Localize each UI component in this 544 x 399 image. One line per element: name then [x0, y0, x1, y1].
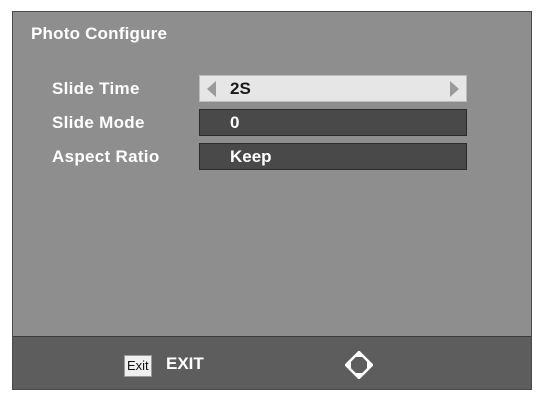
slide-mode-value: 0 [230, 113, 240, 132]
navigation-diamond-icon [345, 351, 373, 379]
aspect-ratio-field[interactable]: Keep [199, 143, 467, 170]
slide-time-value: 2S [230, 79, 251, 98]
arrow-left-icon[interactable] [207, 81, 216, 97]
exit-label: EXIT [166, 354, 204, 373]
slide-mode-label: Slide Mode [52, 113, 145, 132]
aspect-ratio-label: Aspect Ratio [52, 147, 160, 166]
aspect-ratio-value: Keep [230, 147, 272, 166]
slide-mode-field[interactable]: 0 [199, 109, 467, 136]
menu-footer: Exit EXIT [13, 336, 531, 389]
slide-time-label: Slide Time [52, 79, 140, 98]
exit-key-icon[interactable]: Exit [124, 355, 152, 377]
osd-menu-panel: Photo Configure Slide Time 2S Slide Mode… [12, 11, 532, 390]
menu-title: Photo Configure [31, 24, 168, 43]
slide-time-selector[interactable]: 2S [199, 75, 467, 102]
arrow-right-icon[interactable] [450, 81, 459, 97]
